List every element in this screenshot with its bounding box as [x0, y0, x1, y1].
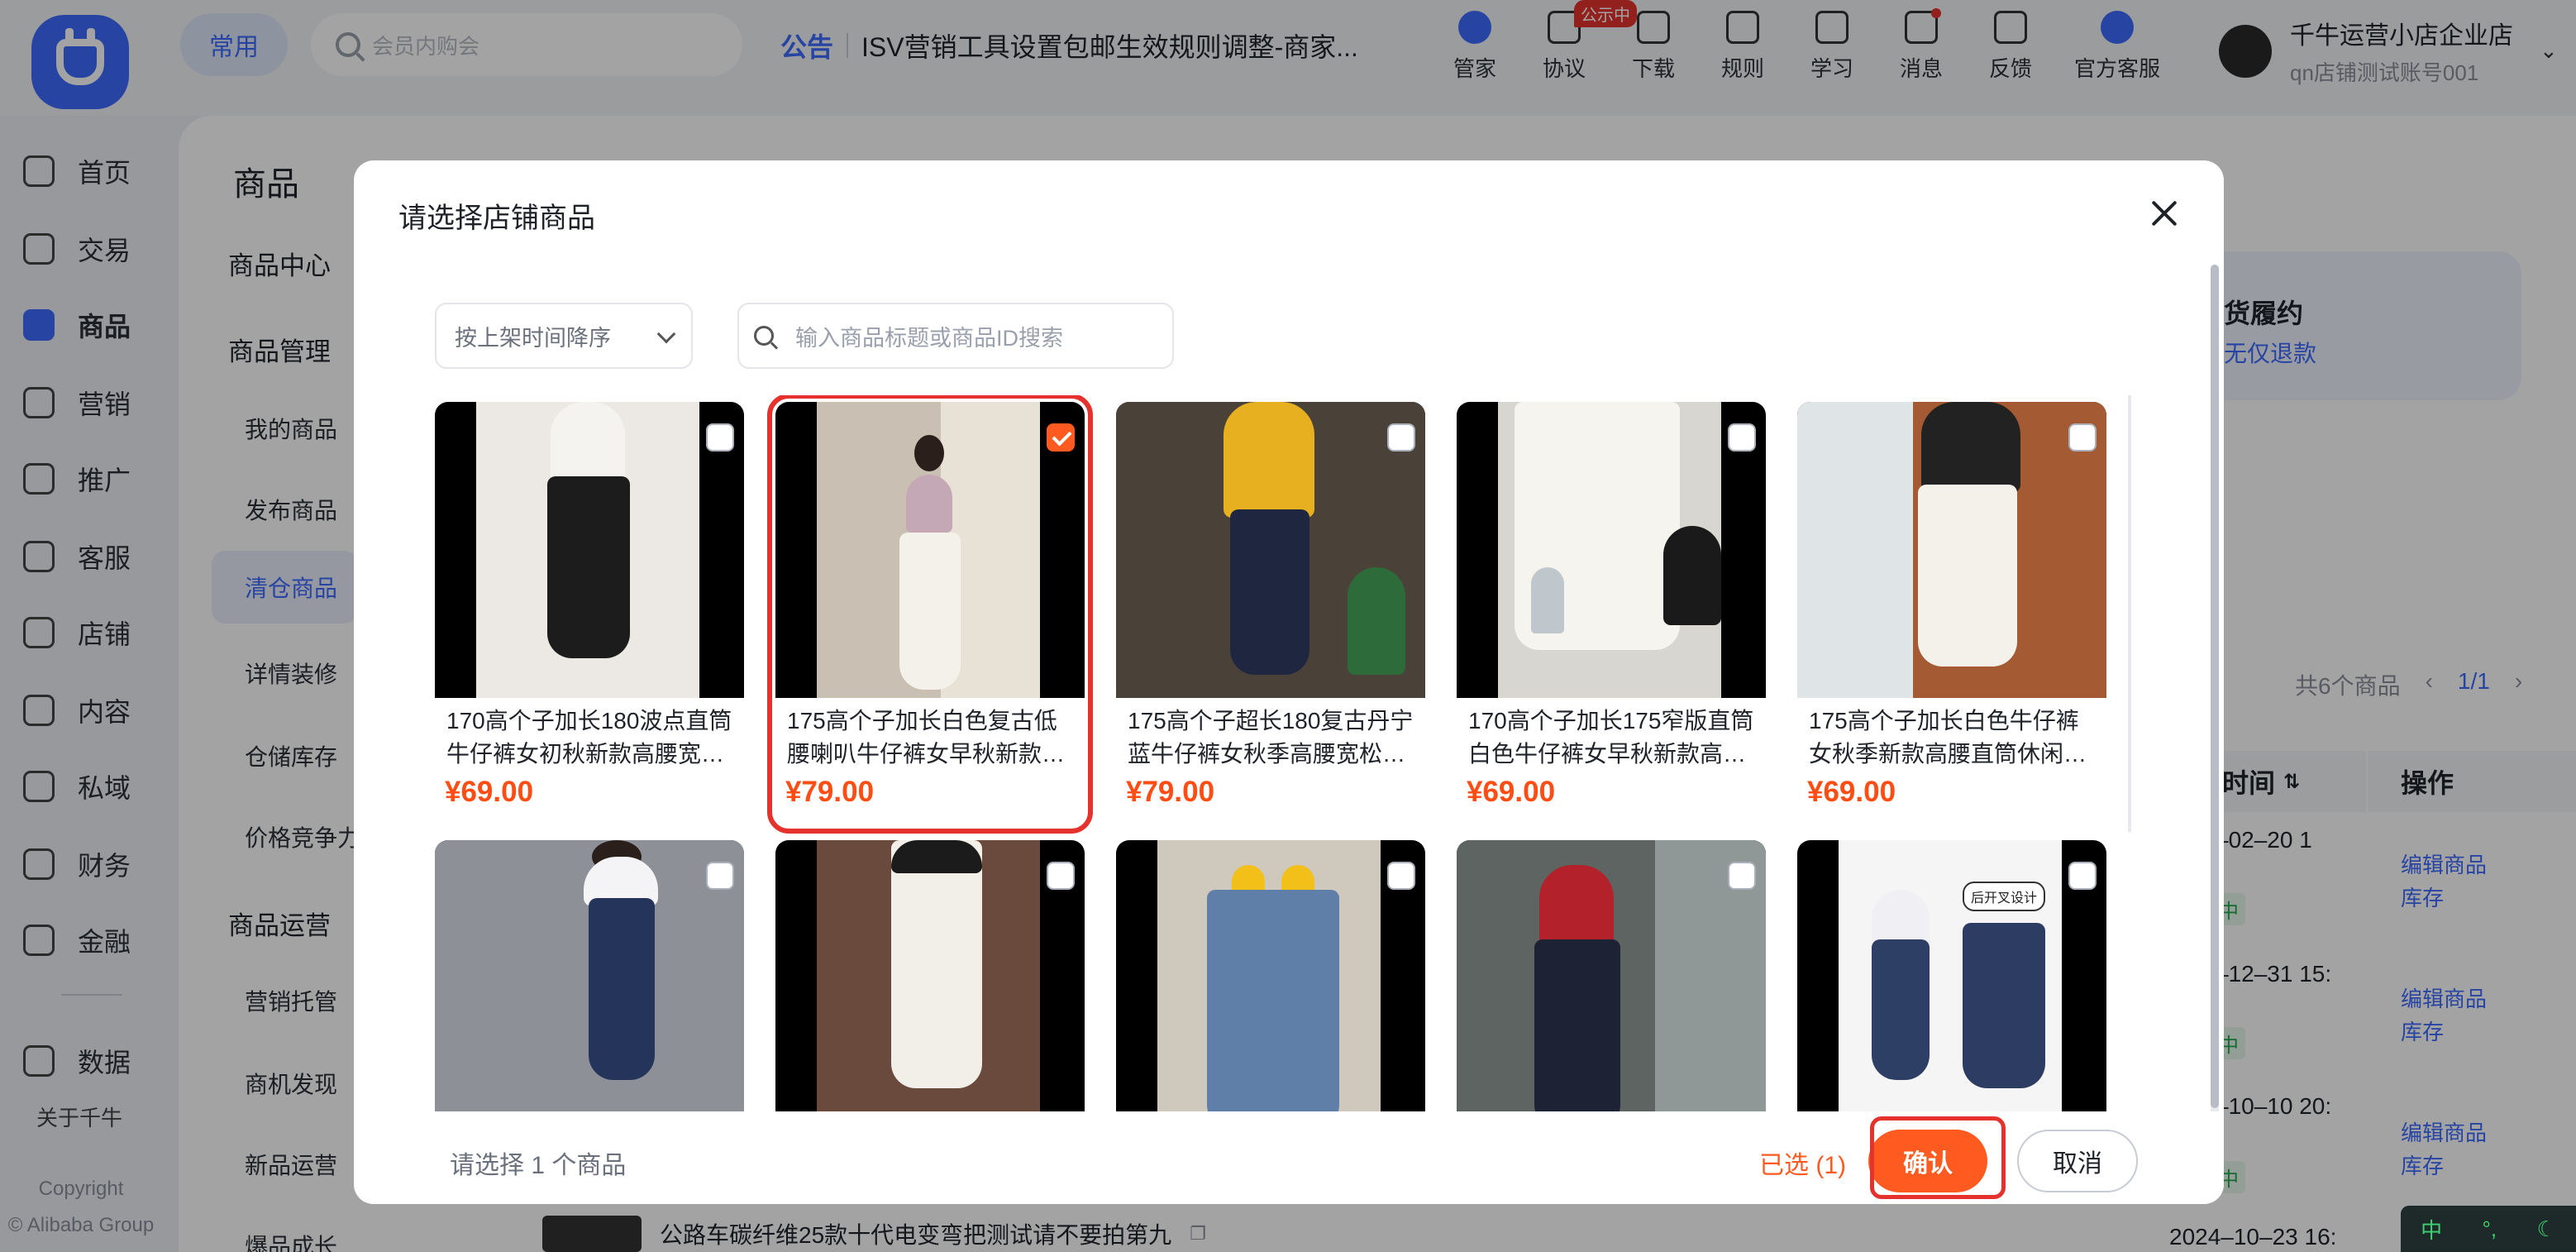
moon-icon[interactable]: ☾: [2537, 1216, 2556, 1242]
product-image: [1457, 840, 1766, 1111]
product-card[interactable]: 170高个子加长175窄版直筒白色牛仔裤女早秋新款高腰显瘦 ¥69.00: [1457, 402, 1766, 825]
product-card[interactable]: 175高个子加长白色牛仔裤女秋季新款高腰直筒休闲裤宽松 ¥69.00: [1797, 402, 2106, 825]
product-image: [1797, 402, 2106, 698]
product-image: [1116, 840, 1425, 1111]
product-image: [1457, 402, 1766, 698]
product-price: ¥79.00: [1126, 776, 1215, 808]
modal-scrollbar-thumb[interactable]: [2211, 265, 2219, 1108]
product-name: 175高个子加长白色牛仔裤女秋季新款高腰直筒休闲裤宽松: [1809, 708, 2087, 767]
product-image: [435, 840, 744, 1111]
product-checkbox[interactable]: [1728, 423, 1756, 452]
sort-value: 按上架时间降序: [455, 325, 611, 351]
product-card[interactable]: [1457, 840, 1766, 1111]
ime-punct[interactable]: °,: [2483, 1216, 2497, 1242]
product-checkbox[interactable]: [2068, 423, 2097, 452]
product-image: [435, 402, 744, 698]
product-image: 后开叉设计: [1797, 840, 2106, 1111]
product-checkbox[interactable]: [1047, 862, 1075, 890]
product-checkbox[interactable]: [1387, 423, 1415, 452]
product-price: ¥69.00: [445, 776, 534, 808]
product-price: ¥79.00: [785, 776, 875, 808]
search-icon: [754, 326, 774, 346]
product-name: 170高个子加长175窄版直筒白色牛仔裤女早秋新款高腰显瘦: [1468, 708, 1754, 767]
product-card[interactable]: 175高个子超长180复古丹宁蓝牛仔裤女秋季高腰宽松阔腿 ¥79.00: [1116, 402, 1425, 825]
modal-title: 请选择店铺商品: [398, 203, 595, 234]
selected-count[interactable]: 已选 (1): [1759, 1144, 1846, 1181]
product-card[interactable]: [775, 840, 1085, 1111]
product-price: ¥69.00: [1807, 776, 1896, 808]
ime-toolbar[interactable]: 中 °, ☾: [2401, 1206, 2576, 1252]
product-card[interactable]: 后开叉设计: [1797, 840, 2106, 1111]
product-card[interactable]: [435, 840, 744, 1111]
product-checkbox[interactable]: [706, 423, 734, 452]
product-checkbox-checked[interactable]: [1047, 423, 1075, 452]
product-name: 175高个子超长180复古丹宁蓝牛仔裤女秋季高腰宽松阔腿: [1128, 708, 1414, 767]
footer-hint: 请选择 1 个商品: [450, 1152, 627, 1179]
ime-mode[interactable]: 中: [2421, 1214, 2442, 1245]
sort-select[interactable]: 按上架时间降序: [435, 303, 693, 369]
product-name: 170高个子加长180波点直筒牛仔裤女初秋新款高腰宽松显瘦: [446, 708, 732, 767]
product-checkbox[interactable]: [1387, 862, 1415, 890]
product-name: 175高个子加长白色复古低腰喇叭牛仔裤女早秋新款宽松显瘦: [787, 708, 1066, 767]
product-checkbox[interactable]: [2068, 862, 2097, 890]
product-grid: 170高个子加长180波点直筒牛仔裤女初秋新款高腰宽松显瘦 ¥69.00 175…: [354, 395, 2224, 1111]
product-price: ¥69.00: [1467, 776, 1556, 808]
cancel-button[interactable]: 取消: [2017, 1130, 2138, 1192]
select-product-modal: 请选择店铺商品 按上架时间降序 输入商品标题或商品ID搜索 170高个子加长18…: [354, 160, 2224, 1204]
product-image: [775, 840, 1085, 1111]
product-checkbox[interactable]: [706, 862, 734, 890]
product-search-input[interactable]: 输入商品标题或商品ID搜索: [737, 303, 1174, 369]
product-card[interactable]: 170高个子加长180波点直筒牛仔裤女初秋新款高腰宽松显瘦 ¥69.00: [435, 402, 744, 825]
modal-scrollbar[interactable]: [2211, 265, 2219, 1116]
design-callout: 后开叉设计: [1963, 882, 2046, 911]
chevron-down-icon: [656, 324, 676, 344]
product-image: [1116, 402, 1425, 698]
product-image: [775, 402, 1085, 698]
confirm-highlight-ring: [1870, 1116, 2006, 1199]
product-checkbox[interactable]: [1728, 862, 1756, 890]
search-placeholder: 输入商品标题或商品ID搜索: [795, 325, 1063, 351]
product-card-selected[interactable]: 175高个子加长白色复古低腰喇叭牛仔裤女早秋新款宽松显瘦 ¥79.00: [767, 395, 1093, 834]
product-card[interactable]: [1116, 840, 1425, 1111]
close-icon[interactable]: [2146, 195, 2182, 232]
grid-divider: [2128, 395, 2131, 832]
